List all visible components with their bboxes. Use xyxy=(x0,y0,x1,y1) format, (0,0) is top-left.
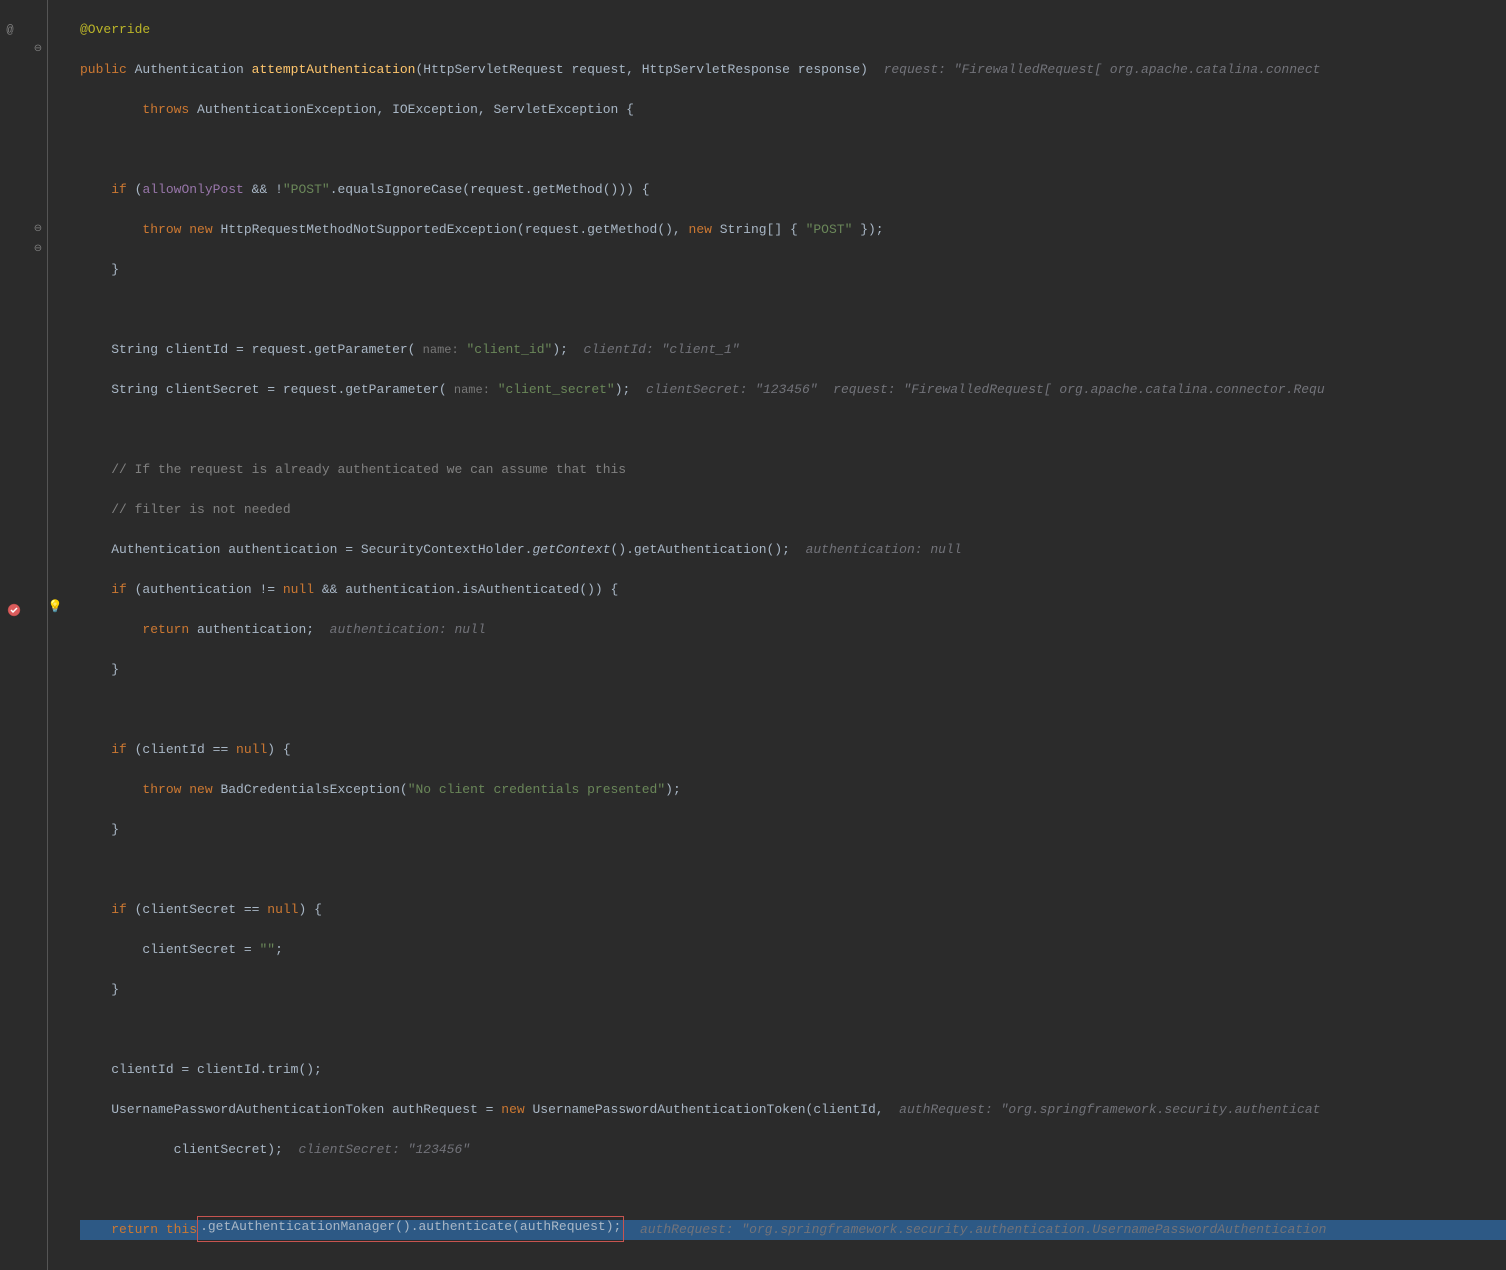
code-line[interactable]: clientSecret = ""; xyxy=(80,940,1506,960)
code-line[interactable]: clientSecret); clientSecret: "123456" xyxy=(80,1140,1506,1160)
code-line[interactable]: if (allowOnlyPost && !"POST".equalsIgnor… xyxy=(80,180,1506,200)
code-line[interactable]: throw new BadCredentialsException("No cl… xyxy=(80,780,1506,800)
code-line[interactable]: return authentication; authentication: n… xyxy=(80,620,1506,640)
code-line[interactable]: if (clientSecret == null) { xyxy=(80,900,1506,920)
override-gutter-icon[interactable]: @ xyxy=(0,20,20,40)
breakpoint-icon[interactable] xyxy=(4,600,24,620)
code-line[interactable]: } xyxy=(80,660,1506,680)
code-line[interactable]: if (authentication != null && authentica… xyxy=(80,580,1506,600)
fold-icon[interactable]: ⊖ xyxy=(28,240,48,260)
code-line[interactable]: clientId = clientId.trim(); xyxy=(80,1060,1506,1080)
code-line[interactable]: public Authentication attemptAuthenticat… xyxy=(80,60,1506,80)
gutter: @ ⊖ ⊖ ⊖ 💡 xyxy=(0,0,48,1270)
highlighted-expression[interactable]: .getAuthenticationManager().authenticate… xyxy=(197,1216,624,1242)
code-line[interactable] xyxy=(80,300,1506,320)
code-area[interactable]: @Override public Authentication attemptA… xyxy=(52,0,1506,1270)
code-line[interactable]: throws AuthenticationException, IOExcept… xyxy=(80,100,1506,120)
code-line[interactable] xyxy=(80,1180,1506,1200)
code-line[interactable] xyxy=(80,420,1506,440)
code-line[interactable]: Authentication authentication = Security… xyxy=(80,540,1506,560)
editor-container: @ ⊖ ⊖ ⊖ 💡 @Override public Authenticatio… xyxy=(0,0,1506,1270)
code-line[interactable] xyxy=(80,1260,1506,1270)
intention-bulb-icon[interactable]: 💡 xyxy=(48,600,62,614)
code-line[interactable]: UsernamePasswordAuthenticationToken auth… xyxy=(80,1100,1506,1120)
code-line[interactable] xyxy=(80,860,1506,880)
code-line[interactable]: // filter is not needed xyxy=(80,500,1506,520)
code-line[interactable]: String clientId = request.getParameter( … xyxy=(80,340,1506,360)
code-line[interactable] xyxy=(80,700,1506,720)
fold-icon[interactable]: ⊖ xyxy=(28,40,48,60)
code-line[interactable]: if (clientId == null) { xyxy=(80,740,1506,760)
code-line[interactable] xyxy=(80,1020,1506,1040)
code-line[interactable]: String clientSecret = request.getParamet… xyxy=(80,380,1506,400)
code-line[interactable]: throw new HttpRequestMethodNotSupportedE… xyxy=(80,220,1506,240)
code-line[interactable]: // If the request is already authenticat… xyxy=(80,460,1506,480)
code-line[interactable]: } xyxy=(80,820,1506,840)
code-line[interactable]: @Override xyxy=(80,20,1506,40)
code-line-current[interactable]: return this.getAuthenticationManager().a… xyxy=(80,1220,1506,1240)
code-line[interactable] xyxy=(80,140,1506,160)
code-line[interactable]: } xyxy=(80,980,1506,1000)
code-line[interactable]: } xyxy=(80,260,1506,280)
fold-icon[interactable]: ⊖ xyxy=(28,220,48,240)
